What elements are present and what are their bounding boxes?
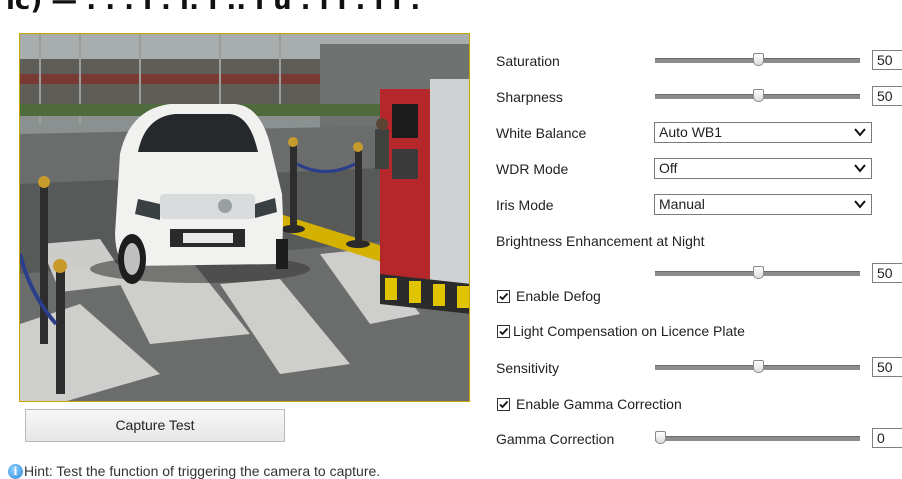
sensitivity-slider[interactable]	[655, 360, 860, 374]
slider-track	[655, 436, 860, 441]
gamma-correction-slider[interactable]	[655, 431, 860, 445]
hint-message: i Hint: Test the function of triggering …	[8, 463, 380, 479]
saturation-slider[interactable]	[655, 53, 860, 67]
enable-defog-checkbox[interactable]	[497, 289, 510, 303]
saturation-label: Saturation	[496, 53, 560, 69]
clipped-header-fragment: ıc) — . . . ı . ı: ı .. ı u . ı ı . ı ı …	[6, 0, 421, 16]
camera-preview	[19, 33, 470, 402]
camera-preview-image	[20, 34, 469, 401]
info-icon: i	[8, 463, 23, 479]
slider-thumb[interactable]	[752, 266, 764, 279]
gamma-correction-value[interactable]: 0	[872, 428, 902, 448]
saturation-value[interactable]: 50	[872, 50, 902, 70]
slider-thumb[interactable]	[752, 53, 764, 66]
iris-mode-select[interactable]: Manual	[654, 194, 872, 215]
hint-text: Hint: Test the function of triggering th…	[24, 463, 381, 479]
sensitivity-value[interactable]: 50	[872, 357, 902, 377]
checkmark-icon	[499, 327, 509, 335]
slider-thumb[interactable]	[752, 89, 764, 102]
brightness-night-value[interactable]: 50	[872, 263, 902, 283]
sharpness-slider[interactable]	[655, 89, 860, 103]
slider-thumb[interactable]	[655, 431, 666, 444]
checkmark-icon	[499, 400, 509, 408]
wdr-mode-value: Off	[659, 160, 678, 176]
chevron-down-icon	[854, 128, 866, 137]
light-compensation-checkbox[interactable]	[497, 324, 510, 338]
sharpness-label: Sharpness	[496, 89, 563, 105]
light-compensation-row[interactable]: Light Compensation on Licence Plate	[497, 323, 745, 339]
iris-mode-value: Manual	[659, 196, 705, 212]
enable-gamma-row[interactable]: Enable Gamma Correction	[497, 396, 682, 412]
clipped-header-text: ıc) — . . . ı . ı: ı .. ı u . ı ı . ı ı …	[0, 0, 902, 24]
sensitivity-label: Sensitivity	[496, 360, 560, 376]
slider-thumb[interactable]	[752, 360, 764, 373]
enable-gamma-checkbox[interactable]	[497, 397, 510, 411]
white-balance-label: White Balance	[496, 125, 587, 141]
iris-mode-label: Iris Mode	[496, 197, 554, 213]
gamma-correction-label: Gamma Correction	[496, 431, 615, 447]
white-balance-select[interactable]: Auto WB1	[654, 122, 872, 143]
sharpness-value[interactable]: 50	[872, 86, 902, 106]
wdr-mode-label: WDR Mode	[496, 161, 569, 177]
chevron-down-icon	[854, 164, 866, 173]
brightness-night-label: Brightness Enhancement at Night	[496, 233, 705, 249]
checkmark-icon	[499, 292, 509, 300]
enable-defog-row[interactable]: Enable Defog	[497, 288, 601, 304]
enable-defog-label: Enable Defog	[516, 288, 601, 304]
light-compensation-label: Light Compensation on Licence Plate	[513, 323, 745, 339]
enable-gamma-label: Enable Gamma Correction	[516, 396, 682, 412]
capture-test-button[interactable]: Capture Test	[25, 409, 285, 442]
brightness-night-slider[interactable]	[655, 266, 860, 280]
white-balance-value: Auto WB1	[659, 124, 723, 140]
wdr-mode-select[interactable]: Off	[654, 158, 872, 179]
chevron-down-icon	[854, 200, 866, 209]
